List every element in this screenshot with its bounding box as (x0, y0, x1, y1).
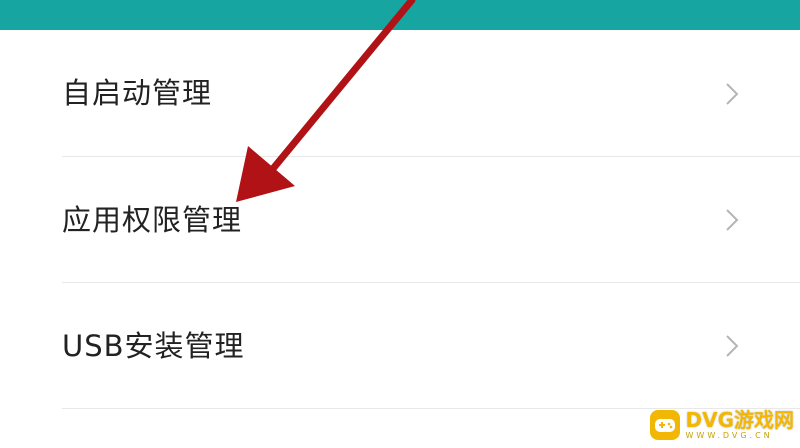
settings-item-label: 应用权限管理 (62, 202, 243, 237)
watermark-subtitle: WWW.DVG.CN (685, 431, 773, 440)
settings-item-auto-start[interactable]: 自启动管理 (0, 30, 800, 157)
gamepad-icon (649, 410, 680, 440)
settings-item-usb-install[interactable]: USB安装管理 (0, 283, 800, 409)
settings-item-app-permissions[interactable]: 应用权限管理 (0, 157, 800, 283)
chevron-right-icon (726, 335, 739, 357)
chevron-right-icon (726, 82, 739, 105)
settings-screen: 自启动管理 应用权限管理 USB安装管理 DVG游戏网 WWW.DVG.CN (0, 0, 800, 448)
watermark-title: DVG游戏网 (685, 408, 795, 432)
title-bar (0, 0, 800, 30)
chevron-right-icon (726, 209, 739, 231)
watermark: DVG游戏网 WWW.DVG.CN (649, 408, 795, 440)
settings-item-label: 自启动管理 (62, 76, 213, 110)
settings-list: 自启动管理 应用权限管理 USB安装管理 (0, 30, 800, 409)
settings-item-label: USB安装管理 (62, 328, 245, 363)
